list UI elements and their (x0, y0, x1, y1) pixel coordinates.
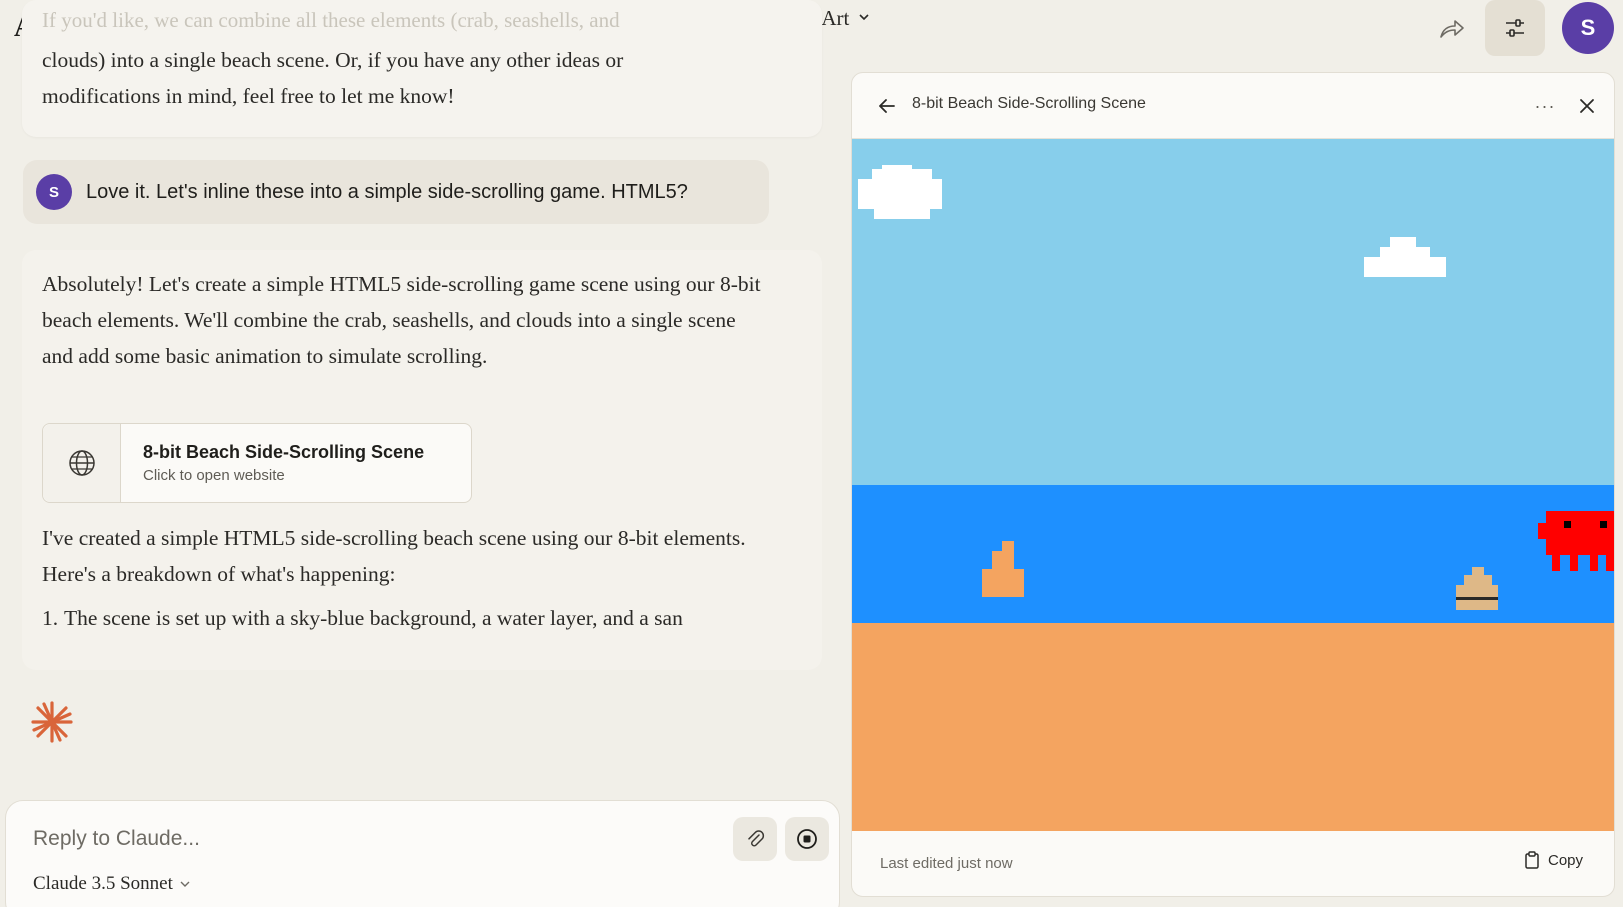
copy-button[interactable]: Copy (1524, 851, 1583, 869)
list-number: 1. (42, 606, 59, 630)
user-message-text: Love it. Let's inline these into a simpl… (86, 180, 688, 203)
chat-column: If you'd like, we can combine all these … (0, 0, 840, 907)
message-text: modifications in mind, feel free to let … (42, 84, 455, 108)
paperclip-icon (748, 830, 765, 847)
game-sprites (858, 165, 1614, 610)
faded-text: If you'd like, we can combine all these … (42, 8, 620, 32)
record-button[interactable] (785, 817, 829, 861)
close-button[interactable] (1572, 91, 1602, 121)
chevron-down-icon (180, 881, 190, 887)
model-name: Claude 3.5 Sonnet (33, 873, 173, 894)
close-icon (1580, 99, 1594, 113)
clipboard-icon (1525, 851, 1539, 869)
user-message: S Love it. Let's inline these into a sim… (23, 160, 769, 224)
record-icon (797, 829, 817, 849)
copy-label: Copy (1548, 851, 1584, 869)
assistant-message: Absolutely! Let's create a simple HTML5 … (22, 250, 822, 670)
list-item-text: The scene is set up with a sky-blue back… (64, 606, 683, 630)
attach-button[interactable] (733, 817, 777, 861)
user-message-avatar: S (36, 174, 72, 210)
artifact-panel-title: 8-bit Beach Side-Scrolling Scene (912, 95, 1146, 112)
list-item: 1. The scene is set up with a sky-blue b… (42, 600, 754, 636)
composer: Claude 3.5 Sonnet (5, 800, 840, 907)
artifact-panel-header: 8-bit Beach Side-Scrolling Scene ··· (852, 73, 1614, 139)
assistant-paragraph: I've created a simple HTML5 side-scrolli… (42, 526, 746, 586)
chevron-down-icon (857, 10, 871, 27)
artifact-subtitle: Click to open website (143, 467, 285, 484)
reply-input[interactable] (33, 821, 673, 857)
artifact-card[interactable]: 8-bit Beach Side-Scrolling Scene Click t… (42, 423, 472, 503)
user-avatar[interactable]: S (1562, 2, 1614, 54)
claude-spark-icon (30, 700, 74, 744)
assistant-message-previous: If you'd like, we can combine all these … (22, 0, 822, 137)
crab-sprite (1538, 511, 1614, 571)
share-icon (1440, 20, 1464, 38)
cloud-sprite (858, 165, 942, 219)
settings-sliders-icon (1506, 19, 1524, 37)
more-options-button[interactable]: ··· (1530, 91, 1560, 121)
globe-icon (43, 424, 121, 502)
settings-button[interactable] (1485, 0, 1545, 56)
seashell-sprite (1456, 567, 1498, 610)
artifact-panel-footer: Last edited just now Copy (852, 831, 1614, 896)
cloud-sprite (1364, 237, 1446, 277)
seashell-sprite (982, 541, 1024, 597)
back-arrow-icon (879, 99, 895, 113)
artifact-panel: 8-bit Beach Side-Scrolling Scene ··· Las… (851, 72, 1615, 897)
back-button[interactable] (872, 91, 902, 121)
share-button[interactable] (1436, 14, 1466, 44)
artifact-title: 8-bit Beach Side-Scrolling Scene (143, 442, 425, 462)
assistant-paragraph: Absolutely! Let's create a simple HTML5 … (42, 272, 761, 368)
last-edited-status: Last edited just now (880, 855, 1013, 872)
model-selector[interactable]: Claude 3.5 Sonnet (33, 873, 191, 895)
message-text: clouds) into a single beach scene. Or, i… (42, 48, 624, 72)
game-canvas[interactable] (852, 139, 1614, 831)
